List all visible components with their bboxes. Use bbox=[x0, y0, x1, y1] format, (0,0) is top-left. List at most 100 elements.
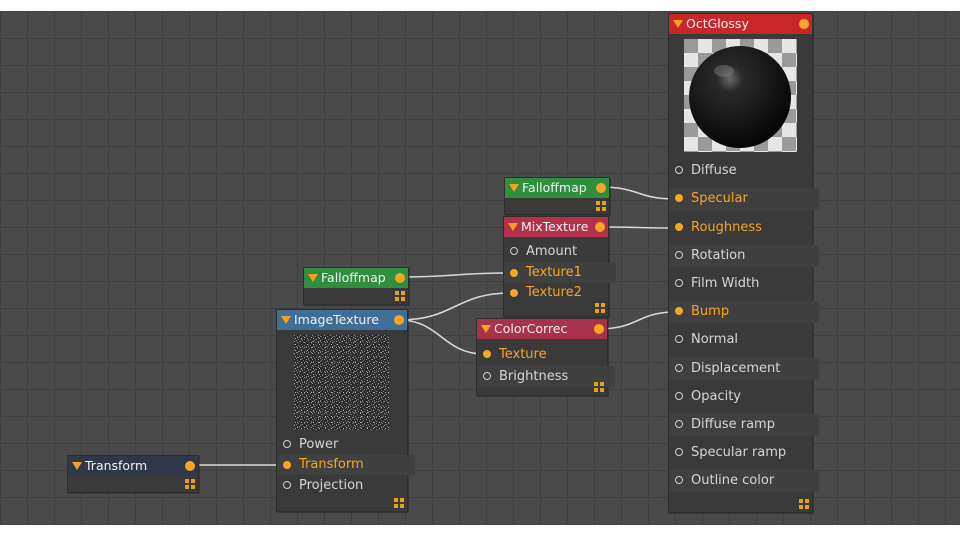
node-editor-canvas[interactable]: OctGlossy Diffuse Specular Roughness Rot… bbox=[0, 11, 960, 525]
port-normal[interactable]: Normal bbox=[669, 329, 819, 351]
output-port[interactable] bbox=[594, 324, 604, 334]
texture-preview bbox=[294, 335, 389, 430]
collapse-triangle-icon[interactable] bbox=[509, 184, 519, 192]
port-dot-icon[interactable] bbox=[483, 350, 491, 358]
node-colorcorrect[interactable]: ColorCorrec Texture Brightness bbox=[476, 318, 615, 396]
port-transform[interactable]: Transform bbox=[277, 455, 415, 475]
node-header[interactable]: ImageTexture bbox=[277, 310, 407, 330]
port-opacity[interactable]: Opacity bbox=[669, 386, 819, 408]
port-texture[interactable]: Texture bbox=[477, 344, 615, 366]
sphere-preview-icon bbox=[684, 39, 797, 152]
port-dot-icon[interactable] bbox=[675, 307, 683, 315]
port-specular[interactable]: Specular bbox=[669, 188, 819, 210]
node-header[interactable]: OctGlossy bbox=[669, 14, 812, 34]
port-bump[interactable]: Bump bbox=[669, 301, 819, 323]
port-dot-icon[interactable] bbox=[483, 372, 491, 380]
port-dot-icon[interactable] bbox=[510, 269, 518, 277]
port-dot-icon[interactable] bbox=[510, 289, 518, 297]
node-imagetexture[interactable]: ImageTexture Power Transform Projection bbox=[276, 309, 415, 512]
port-label: Normal bbox=[691, 332, 739, 347]
resize-handle-icon[interactable] bbox=[594, 382, 604, 392]
material-preview bbox=[684, 39, 797, 152]
port-dot-icon[interactable] bbox=[675, 420, 683, 428]
port-dot-icon[interactable] bbox=[675, 335, 683, 343]
node-transform[interactable]: Transform bbox=[67, 455, 199, 493]
port-amount[interactable]: Amount bbox=[504, 241, 616, 263]
resize-handle-icon[interactable] bbox=[395, 291, 405, 301]
collapse-triangle-icon[interactable] bbox=[281, 316, 291, 324]
port-dot-icon[interactable] bbox=[675, 364, 683, 372]
port-dot-icon[interactable] bbox=[675, 223, 683, 231]
node-falloffmap-1[interactable]: Falloffmap bbox=[504, 177, 610, 215]
port-texture1[interactable]: Texture1 bbox=[504, 263, 616, 283]
node-title: Falloffmap bbox=[321, 270, 386, 285]
node-falloffmap-2[interactable]: Falloffmap bbox=[303, 267, 409, 305]
output-port[interactable] bbox=[595, 222, 605, 232]
port-dot-icon[interactable] bbox=[283, 481, 291, 489]
node-header[interactable]: ColorCorrec bbox=[477, 319, 607, 339]
resize-handle-icon[interactable] bbox=[799, 499, 809, 509]
port-diffuse-ramp[interactable]: Diffuse ramp bbox=[669, 414, 819, 436]
port-dot-icon[interactable] bbox=[675, 392, 683, 400]
port-power[interactable]: Power bbox=[277, 434, 415, 455]
node-header[interactable]: MixTexture bbox=[504, 217, 608, 237]
port-dot-icon[interactable] bbox=[510, 247, 518, 255]
wire-mix-to-roughness bbox=[598, 226, 677, 229]
output-port[interactable] bbox=[395, 273, 405, 283]
port-dot-icon[interactable] bbox=[675, 251, 683, 259]
port-label: Diffuse ramp bbox=[691, 417, 775, 432]
port-dot-icon[interactable] bbox=[675, 448, 683, 456]
node-octglossy[interactable]: OctGlossy Diffuse Specular Roughness Rot… bbox=[668, 13, 819, 513]
port-label: Texture1 bbox=[526, 265, 582, 280]
port-outline-color[interactable]: Outline color bbox=[669, 470, 819, 492]
output-port[interactable] bbox=[185, 461, 195, 471]
port-dot-icon[interactable] bbox=[283, 440, 291, 448]
output-port[interactable] bbox=[799, 19, 809, 29]
node-header[interactable]: Transform bbox=[68, 456, 198, 476]
output-port[interactable] bbox=[596, 183, 606, 193]
node-title: ColorCorrec bbox=[494, 321, 568, 336]
port-label: Roughness bbox=[691, 220, 762, 235]
port-dot-icon[interactable] bbox=[675, 166, 683, 174]
collapse-triangle-icon[interactable] bbox=[673, 20, 683, 28]
node-mixtexture[interactable]: MixTexture Amount Texture1 Texture2 bbox=[503, 216, 616, 317]
node-title: ImageTexture bbox=[294, 312, 379, 327]
port-rotation[interactable]: Rotation bbox=[669, 245, 819, 267]
node-header[interactable]: Falloffmap bbox=[304, 268, 408, 288]
port-dot-icon[interactable] bbox=[675, 194, 683, 202]
output-port[interactable] bbox=[394, 315, 404, 325]
collapse-triangle-icon[interactable] bbox=[508, 223, 518, 231]
port-label: Power bbox=[299, 437, 339, 452]
port-label: Rotation bbox=[691, 248, 746, 263]
port-label: Texture bbox=[499, 347, 547, 362]
port-diffuse[interactable]: Diffuse bbox=[669, 160, 819, 182]
port-specular-ramp[interactable]: Specular ramp bbox=[669, 442, 819, 464]
port-label: Film Width bbox=[691, 276, 760, 291]
port-dot-icon[interactable] bbox=[283, 461, 291, 469]
port-label: Amount bbox=[526, 244, 578, 259]
noise-texture-icon bbox=[294, 335, 389, 430]
port-film-width[interactable]: Film Width bbox=[669, 273, 819, 295]
wire-image-to-cc-texture bbox=[398, 319, 485, 355]
wire-image-to-texture2 bbox=[398, 292, 512, 321]
resize-handle-icon[interactable] bbox=[596, 201, 606, 211]
port-projection[interactable]: Projection bbox=[277, 475, 415, 496]
port-dot-icon[interactable] bbox=[675, 476, 683, 484]
resize-handle-icon[interactable] bbox=[595, 303, 605, 313]
port-label: Texture2 bbox=[526, 285, 582, 300]
port-dot-icon[interactable] bbox=[675, 279, 683, 287]
port-label: Diffuse bbox=[691, 163, 737, 178]
resize-handle-icon[interactable] bbox=[185, 479, 195, 489]
port-displacement[interactable]: Displacement bbox=[669, 358, 819, 380]
port-roughness[interactable]: Roughness bbox=[669, 217, 819, 239]
port-label: Transform bbox=[299, 457, 364, 472]
resize-handle-icon[interactable] bbox=[394, 498, 404, 508]
port-texture2[interactable]: Texture2 bbox=[504, 283, 616, 303]
port-label: Displacement bbox=[691, 361, 781, 376]
node-title: OctGlossy bbox=[686, 16, 749, 31]
collapse-triangle-icon[interactable] bbox=[481, 325, 491, 333]
node-header[interactable]: Falloffmap bbox=[505, 178, 609, 198]
collapse-triangle-icon[interactable] bbox=[308, 274, 318, 282]
port-label: Specular bbox=[691, 191, 748, 206]
collapse-triangle-icon[interactable] bbox=[72, 462, 82, 470]
